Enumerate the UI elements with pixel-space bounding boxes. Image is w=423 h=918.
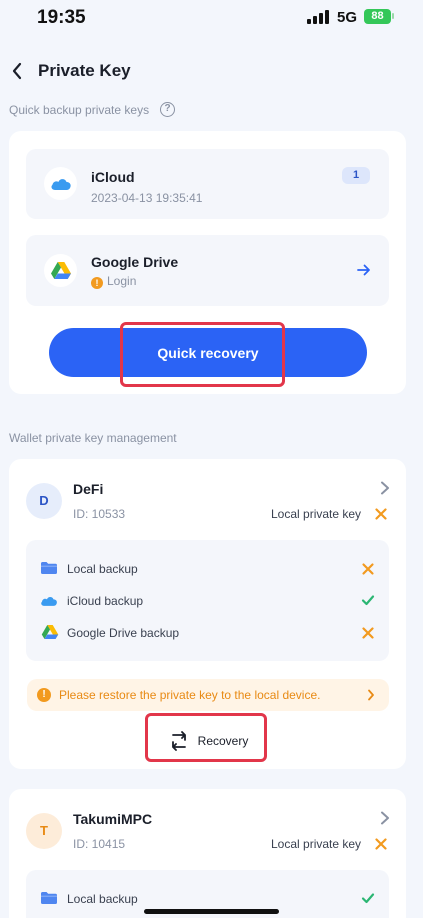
folder-icon	[41, 562, 57, 574]
home-indicator	[144, 909, 279, 914]
chevron-right-icon	[368, 689, 374, 701]
battery-tip	[392, 13, 394, 19]
google-drive-title: Google Drive	[91, 254, 179, 270]
icloud-title: iCloud	[91, 169, 135, 185]
notice-text: Please restore the private key to the lo…	[59, 688, 321, 702]
chevron-right-icon[interactable]	[380, 811, 390, 825]
highlight-box	[120, 322, 285, 387]
x-mark-icon	[362, 563, 374, 575]
check-icon	[361, 893, 375, 904]
wallet-avatar: D	[26, 483, 62, 519]
google-drive-icon	[44, 254, 77, 287]
network-type: 5G	[337, 9, 358, 26]
wallet-name: DeFi	[73, 481, 104, 497]
x-mark-icon	[375, 838, 387, 850]
warning-icon: !	[91, 277, 103, 289]
google-drive-icon	[41, 625, 59, 639]
wallet-id: ID: 10415	[73, 837, 126, 851]
check-icon	[361, 595, 375, 606]
wallet-avatar: T	[26, 813, 62, 849]
backup-status-list: Local backup iCloud backup Google Drive …	[26, 540, 389, 661]
backup-row-label: Local backup	[67, 892, 138, 906]
backup-row-label: Google Drive backup	[67, 626, 180, 640]
x-mark-icon	[362, 627, 374, 639]
icloud-icon	[44, 167, 77, 200]
wallet-card-takumimpc: T TakumiMPC ID: 10415 Local private key …	[9, 789, 406, 918]
backup-count-badge: 1	[342, 167, 370, 184]
restore-notice[interactable]: ! Please restore the private key to the …	[27, 679, 389, 711]
chevron-left-icon	[12, 62, 22, 80]
wallet-name: TakumiMPC	[73, 811, 153, 827]
local-key-label: Local private key	[271, 507, 362, 521]
management-label: Wallet private key management	[9, 431, 177, 445]
backup-row-label: Local backup	[67, 562, 138, 576]
folder-icon	[41, 892, 57, 904]
warning-icon: !	[37, 688, 51, 702]
login-status-text: Login	[107, 274, 137, 288]
back-button[interactable]	[6, 58, 28, 84]
highlight-box	[145, 713, 267, 762]
x-mark-icon	[375, 508, 387, 520]
icloud-timestamp: 2023-04-13 19:35:41	[91, 191, 203, 205]
google-drive-status: ! Login	[91, 274, 136, 289]
quick-backup-label: Quick backup private keys	[9, 103, 150, 117]
wallet-id: ID: 10533	[73, 507, 126, 521]
icloud-icon	[41, 597, 57, 606]
chevron-right-icon[interactable]	[380, 481, 390, 495]
status-time: 19:35	[37, 7, 86, 28]
page-title: Private Key	[38, 61, 131, 80]
google-drive-backup-item[interactable]: Google Drive ! Login	[26, 235, 389, 306]
icloud-backup-item[interactable]: iCloud 2023-04-13 19:35:41 1	[26, 149, 389, 219]
battery-icon: 88	[364, 9, 391, 24]
arrow-right-icon[interactable]	[357, 263, 371, 277]
local-key-label: Local private key	[271, 837, 362, 851]
backup-row-label: iCloud backup	[67, 594, 144, 608]
status-bar: 19:35 5G 88	[0, 0, 423, 36]
signal-icon	[307, 10, 330, 24]
help-icon[interactable]: ?	[160, 102, 175, 117]
